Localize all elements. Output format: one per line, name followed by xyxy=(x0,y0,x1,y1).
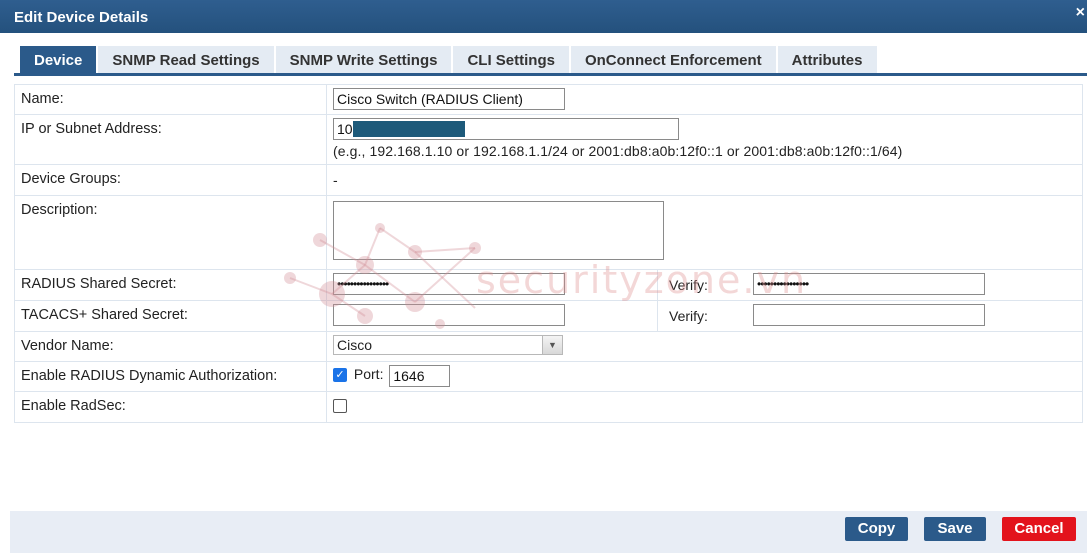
description-textarea[interactable] xyxy=(333,201,664,260)
description-label: Description: xyxy=(14,195,327,270)
radsec-label: Enable RadSec: xyxy=(14,391,327,423)
tacacs-secret-input[interactable] xyxy=(333,304,565,326)
dropdown-arrow-icon[interactable]: ▼ xyxy=(542,336,562,354)
tab-device[interactable]: Device xyxy=(20,46,97,74)
device-groups-label: Device Groups: xyxy=(14,164,327,196)
dialog-titlebar: Edit Device Details × xyxy=(0,0,1087,33)
tacacs-verify-label: Verify: xyxy=(669,308,708,324)
vendor-label: Vendor Name: xyxy=(14,331,327,362)
radius-dynamic-label: Enable RADIUS Dynamic Authorization: xyxy=(14,361,327,392)
tab-attributes[interactable]: Attributes xyxy=(777,46,877,74)
tacacs-verify-input[interactable] xyxy=(753,304,985,326)
tab-underline xyxy=(14,73,1087,76)
tab-cli[interactable]: CLI Settings xyxy=(453,46,569,74)
dialog-title: Edit Device Details xyxy=(14,9,149,26)
radius-dynamic-checkbox[interactable]: ✓ xyxy=(333,368,347,383)
tab-snmp-write[interactable]: SNMP Write Settings xyxy=(275,46,452,74)
vendor-selected-value: Cisco xyxy=(337,337,373,353)
radius-secret-input[interactable]: •••••••••••••••• xyxy=(333,273,565,295)
cancel-button[interactable]: Cancel xyxy=(1002,517,1076,541)
radius-secret-label: RADIUS Shared Secret: xyxy=(14,269,327,301)
tacacs-secret-label: TACACS+ Shared Secret: xyxy=(14,300,327,332)
copy-button[interactable]: Copy xyxy=(845,517,908,541)
port-input[interactable]: 1646 xyxy=(389,365,451,387)
tab-snmp-read[interactable]: SNMP Read Settings xyxy=(98,46,274,74)
device-groups-value: - xyxy=(333,172,338,188)
port-label: Port: xyxy=(353,366,384,383)
device-form: Name: Cisco Switch (RADIUS Client) IP or… xyxy=(14,84,1083,423)
radius-verify-input[interactable]: •••••••••••••••• xyxy=(753,273,985,295)
redacted-block xyxy=(352,121,465,137)
tab-onconnect[interactable]: OnConnect Enforcement xyxy=(570,46,776,74)
save-button[interactable]: Save xyxy=(924,517,986,541)
tab-bar: Device SNMP Read Settings SNMP Write Set… xyxy=(20,46,879,74)
ip-hint: (e.g., 192.168.1.10 or 192.168.1.1/24 or… xyxy=(333,143,903,159)
radsec-checkbox[interactable] xyxy=(333,398,347,413)
vendor-select[interactable]: Cisco ▼ xyxy=(333,335,563,355)
ip-input[interactable]: 10 xyxy=(333,118,679,140)
name-label: Name: xyxy=(14,84,327,115)
radius-verify-label: Verify: xyxy=(669,277,708,293)
close-icon[interactable]: × xyxy=(1076,4,1085,22)
name-input[interactable]: Cisco Switch (RADIUS Client) xyxy=(333,88,565,110)
ip-label: IP or Subnet Address: xyxy=(14,114,327,165)
